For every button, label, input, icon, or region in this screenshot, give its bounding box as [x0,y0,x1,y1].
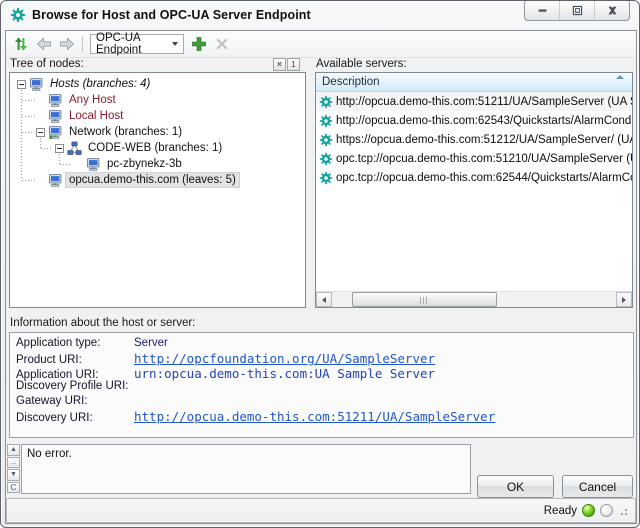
arrow-left-icon [322,297,326,303]
server-list-item[interactable]: opc.tcp://opcua.demo-this.com:62544/Quic… [316,168,632,187]
add-button[interactable] [191,36,207,52]
server-gear-icon [319,152,333,166]
server-list-item[interactable]: http://opcua.demo-this.com:51211/UA/Samp… [316,92,632,111]
dialog-client-area: OPC-UA Endpoint Tree of nodes: ✕ 1 Avail… [5,30,637,524]
window-title: Browse for Host and OPC-UA Server Endpoi… [32,8,311,22]
endpoint-type-combobox[interactable]: OPC-UA Endpoint [90,34,184,54]
server-gear-icon [319,95,333,109]
back-button[interactable] [36,36,52,52]
dialog-window: Browse for Host and OPC-UA Server Endpoi… [0,0,640,528]
computer-icon [48,109,63,124]
expander-slot [73,159,84,170]
scroll-right-button[interactable] [616,292,632,307]
window-controls [524,0,630,21]
application-type-value: Server [134,337,168,349]
cancel-button[interactable]: Cancel [562,475,633,498]
maximize-button[interactable] [560,1,595,20]
info-row: Discovery URI: http://opcua.demo-this.co… [16,409,633,423]
ok-button[interactable]: OK [477,475,554,498]
tree-node-hosts[interactable]: Hosts (branches: 4) [10,76,305,92]
error-text: No error. [27,448,72,460]
expand-level-button[interactable]: 1 [287,58,300,71]
details-button[interactable]: ... [7,457,20,469]
servers-panel-label: Available servers: [316,58,407,70]
info-panel-label: Information about the host or server: [10,317,195,329]
computer-icon [86,157,101,172]
close-icon [606,4,619,17]
collapse-expander-icon[interactable] [17,80,26,89]
network-icon [48,125,63,140]
toolbar-separator [82,36,83,52]
tree-node-opcua-demo-this[interactable]: opcua.demo-this.com (leaves: 5) [10,172,305,188]
server-gear-icon [319,171,333,185]
server-gear-icon [319,114,333,128]
info-row: Discovery Profile URI: [16,380,633,394]
workgroup-icon [67,141,82,156]
description-column-header[interactable]: Description [316,73,632,92]
scrollbar-thumb[interactable] [352,292,497,307]
scroll-up-button[interactable]: ▲ [7,444,20,456]
error-message-box: No error. [21,444,471,494]
collapse-expander-icon[interactable] [36,128,45,137]
collapse-expander-icon[interactable] [55,144,64,153]
info-row: Application URI: urn:opcua.demo-this.com… [16,366,633,380]
minimize-button[interactable] [525,1,560,20]
server-list-item[interactable]: opc.tcp://opcua.demo-this.com:51210/UA/S… [316,149,632,168]
collapse-all-button[interactable]: ✕ [273,58,286,71]
available-servers-list[interactable]: Description http://opcua.demo-this.com:5… [315,72,633,308]
forward-button[interactable] [59,36,75,52]
tree-panel-label: Tree of nodes: [10,58,84,70]
discovery-uri-link[interactable]: http://opcua.demo-this.com:51211/UA/Samp… [134,409,495,424]
application-uri-value: urn:opcua.demo-this.com:UA Sample Server [134,366,435,381]
tree-node-network[interactable]: Network (branches: 1) [10,124,305,140]
close-button[interactable] [595,1,629,20]
expander-slot [54,143,65,154]
expander-slot [35,95,46,106]
computer-icon [48,93,63,108]
app-gear-icon [10,7,26,23]
scrollbar-track[interactable] [332,292,616,307]
expander-slot [16,79,27,90]
server-list-item[interactable]: http://opcua.demo-this.com:62543/Quickst… [316,111,632,130]
resize-grip[interactable] [618,506,628,516]
status-text: Ready [544,505,577,517]
product-uri-link[interactable]: http://opcfoundation.org/UA/SampleServer [134,351,435,366]
expander-slot [35,111,46,122]
tree-node-code-web[interactable]: CODE-WEB (branches: 1) [10,140,305,156]
info-row: Gateway URI: [16,395,633,409]
computer-icon [29,77,44,92]
endpoint-type-value: OPC-UA Endpoint [96,32,172,56]
maximize-icon [571,4,584,17]
error-panel-toolbar: ▲ ... ▼ C [7,444,21,493]
chevron-down-icon [172,42,178,46]
title-bar[interactable]: Browse for Host and OPC-UA Server Endpoi… [1,1,639,30]
info-row: Product URI: http://opcfoundation.org/UA… [16,351,633,365]
info-row: Application type: Server [16,337,633,351]
tree-toolbar: ✕ 1 [273,58,300,71]
tree-node-any-host[interactable]: Any Host [10,92,305,108]
tree-node-local-host[interactable]: Local Host [10,108,305,124]
expander-slot [35,127,46,138]
status-bar: Ready [6,498,636,523]
arrow-right-icon [622,297,626,303]
computer-icon [48,173,63,188]
expander-slot [35,175,46,186]
toolbar: OPC-UA Endpoint [6,31,636,58]
server-gear-icon [319,133,333,147]
clear-button[interactable]: C [7,482,20,494]
status-light-green-icon [582,504,595,517]
host-server-info-panel: Application type: Server Product URI: ht… [9,332,634,438]
scroll-left-button[interactable] [316,292,332,307]
minimize-icon [536,4,549,17]
delete-button[interactable] [214,36,230,52]
refresh-button[interactable] [13,36,29,52]
horizontal-scrollbar[interactable] [316,291,632,307]
server-list-item[interactable]: https://opcua.demo-this.com:51212/UA/Sam… [316,130,632,149]
scroll-down-button[interactable]: ▼ [7,469,20,481]
tree-node-pc-zbynekz-3b[interactable]: pc-zbynekz-3b [10,156,305,172]
sort-ascending-icon [616,75,624,79]
status-light-gray-icon [600,504,613,517]
tree-of-nodes[interactable]: Hosts (branches: 4) Any Host Local Host … [9,72,306,308]
